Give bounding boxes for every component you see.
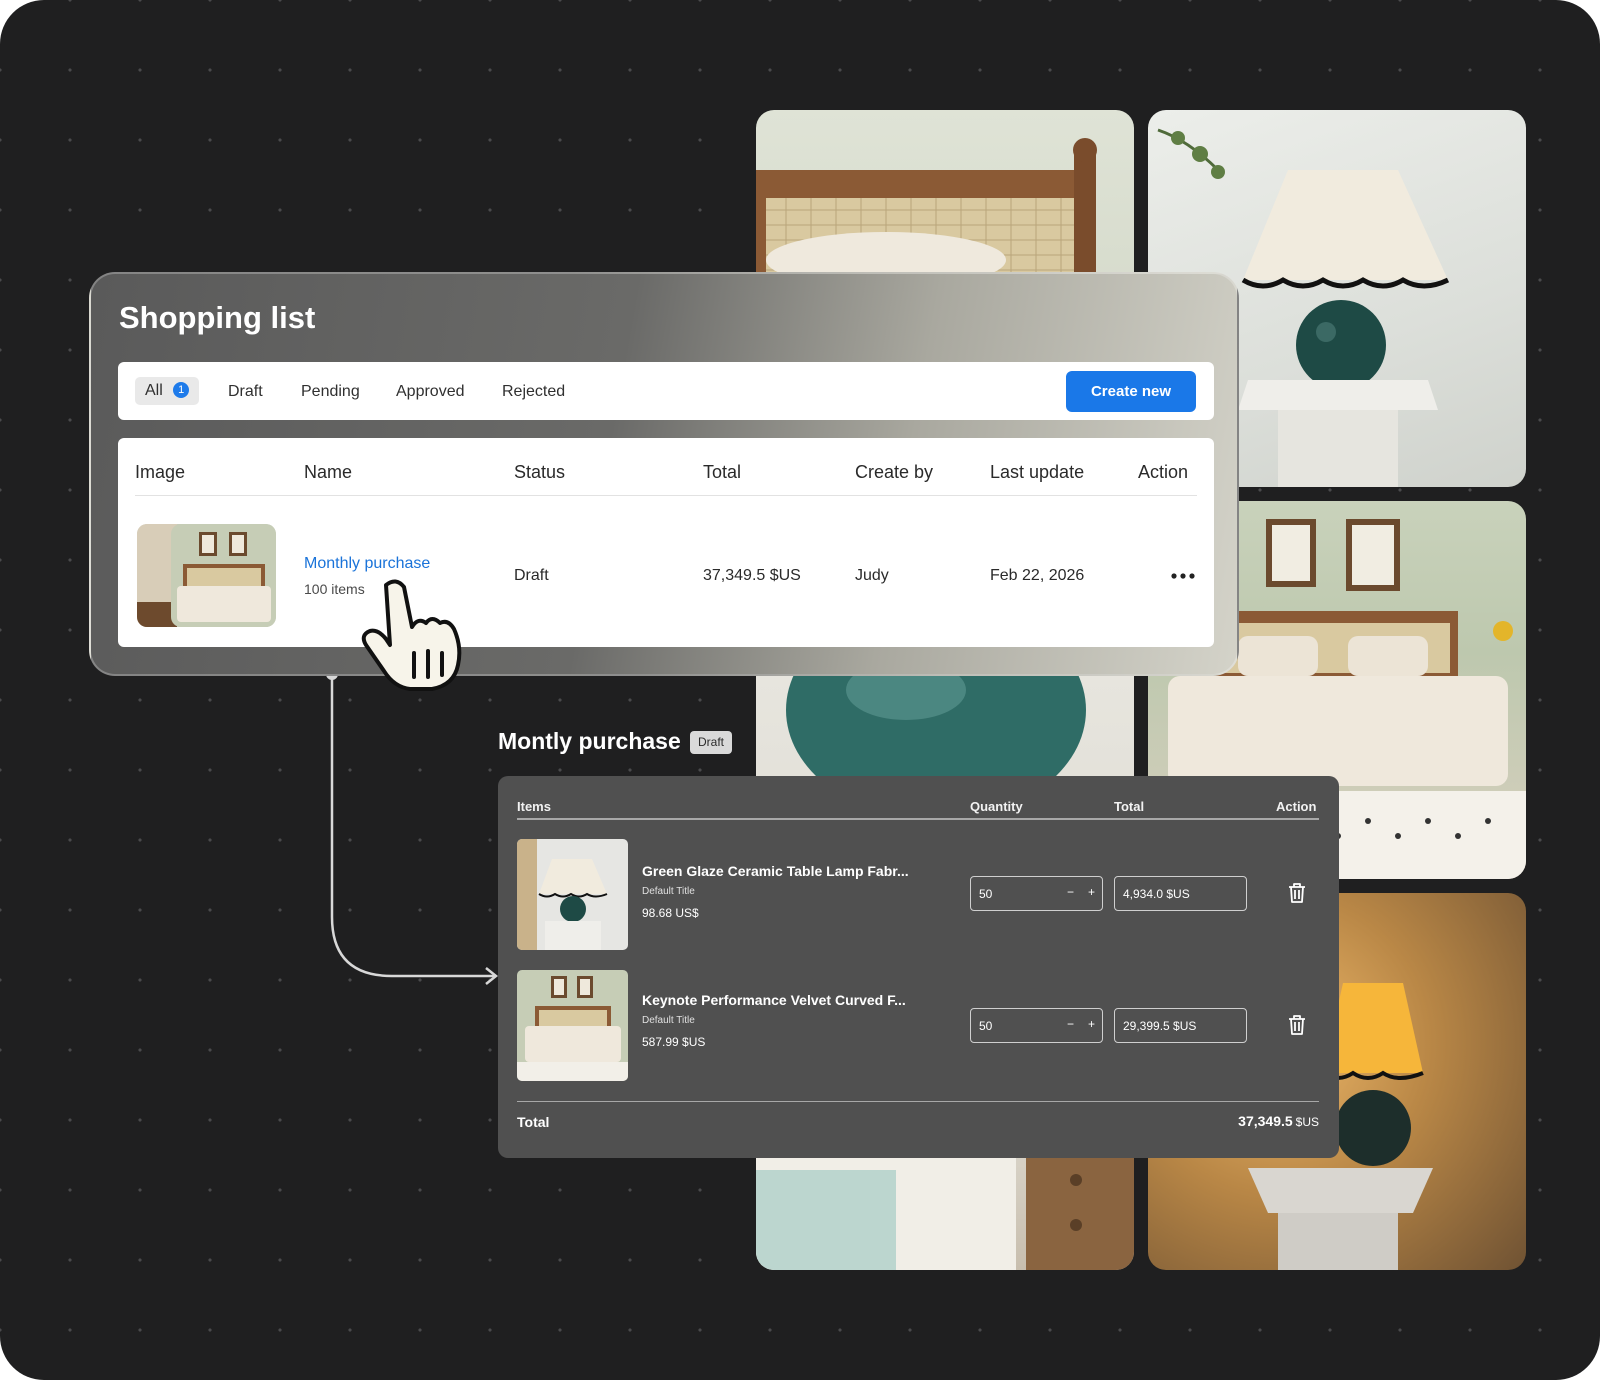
- last-update-cell: Feb 22, 2026: [990, 567, 1085, 584]
- decrement-button[interactable]: −: [1067, 1017, 1074, 1031]
- item-thumbnail: [517, 970, 628, 1081]
- column-header-status: Status: [514, 462, 566, 482]
- detail-panel: Items Quantity Total Action Green Glaze …: [498, 776, 1339, 1158]
- hand-pointer-icon: [361, 579, 462, 691]
- column-header-last-update: Last update: [990, 462, 1085, 482]
- status-tabs: All 1 Draft Pending Approved Rejected Cr…: [118, 362, 1214, 420]
- shopping-list-card: Shopping list All 1 Draft Pending Approv…: [89, 272, 1239, 676]
- item-price: 98.68 US$: [642, 906, 699, 920]
- quantity-value: 50: [979, 887, 993, 901]
- create-new-button[interactable]: Create new: [1066, 371, 1196, 412]
- column-header-name: Name: [304, 462, 353, 482]
- grand-total-value: 37,349.5: [1238, 1113, 1293, 1129]
- decrement-button[interactable]: −: [1067, 885, 1074, 899]
- detail-title: Montly purchase: [498, 728, 681, 754]
- shopping-list-table: Image Name Status Total Create by Last u…: [118, 438, 1214, 647]
- list-thumbnail: [137, 524, 276, 627]
- item-total-value: 4,934.0 $US: [1123, 887, 1190, 901]
- list-name-link[interactable]: Monthly purchase: [304, 555, 430, 573]
- total-cell: 37,349.5 $US: [703, 567, 801, 584]
- quantity-stepper[interactable]: 50 − +: [970, 876, 1103, 911]
- column-header-image: Image: [135, 462, 186, 482]
- trash-icon[interactable]: [1287, 1014, 1307, 1036]
- tab-all-label: All: [145, 382, 163, 399]
- header-divider: [517, 818, 1319, 820]
- column-header-action: Action: [1138, 462, 1189, 482]
- more-horizontal-icon[interactable]: [1170, 561, 1196, 587]
- quantity-value: 50: [979, 1019, 993, 1033]
- quantity-stepper[interactable]: 50 − +: [970, 1008, 1103, 1043]
- header-divider: [135, 495, 1197, 496]
- grand-total-unit: $US: [1295, 1115, 1319, 1129]
- column-header-quantity: Quantity: [970, 799, 1023, 814]
- tab-approved[interactable]: Approved: [396, 378, 465, 405]
- column-header-create-by: Create by: [855, 462, 934, 482]
- grand-total-label: Total: [517, 1114, 550, 1130]
- grand-total: 37,349.5 $US: [1238, 1113, 1319, 1129]
- status-badge: Draft: [690, 731, 733, 754]
- column-header-action: Action: [1276, 799, 1317, 814]
- tab-rejected[interactable]: Rejected: [502, 378, 565, 405]
- column-header-total: Total: [1114, 799, 1145, 814]
- item-total-field[interactable]: 29,399.5 $US: [1114, 1008, 1247, 1043]
- item-total-value: 29,399.5 $US: [1123, 1019, 1197, 1033]
- created-by-cell: Judy: [855, 567, 889, 584]
- total-divider: [517, 1101, 1319, 1102]
- trash-icon[interactable]: [1287, 882, 1307, 904]
- page-title: Shopping list: [119, 300, 316, 335]
- increment-button[interactable]: +: [1088, 1017, 1095, 1031]
- item-name: Keynote Performance Velvet Curved F...: [642, 992, 906, 1008]
- item-variant: Default Title: [642, 1015, 695, 1026]
- tab-all[interactable]: All 1: [135, 377, 200, 405]
- item-name: Green Glaze Ceramic Table Lamp Fabr...: [642, 863, 909, 879]
- item-variant: Default Title: [642, 886, 695, 897]
- item-thumbnail: [517, 839, 628, 950]
- canvas: Shopping list All 1 Draft Pending Approv…: [0, 0, 1600, 1380]
- tab-pending[interactable]: Pending: [301, 378, 360, 405]
- tab-draft[interactable]: Draft: [228, 378, 263, 405]
- item-total-field[interactable]: 4,934.0 $US: [1114, 876, 1247, 911]
- count-badge: 1: [173, 381, 190, 398]
- column-header-total: Total: [703, 462, 742, 482]
- item-count: 100 items: [304, 581, 365, 597]
- increment-button[interactable]: +: [1088, 885, 1095, 899]
- bedding-photo: [756, 1140, 1134, 1270]
- status-cell: Draft: [514, 567, 549, 584]
- item-price: 587.99 $US: [642, 1035, 706, 1049]
- column-header-items: Items: [517, 799, 551, 814]
